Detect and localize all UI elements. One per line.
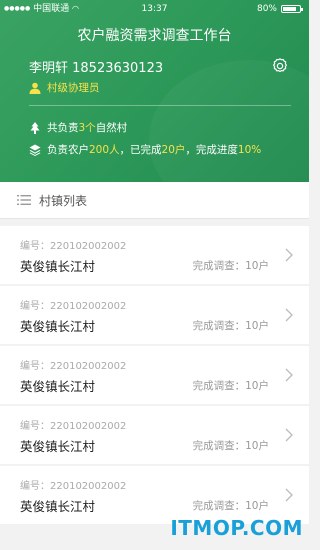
chevron-right-icon — [285, 368, 293, 382]
survey-status: 完成调查：10户 — [192, 260, 269, 272]
village-name: 英俊镇长江村 — [20, 259, 96, 274]
layers-icon — [29, 144, 41, 156]
header-divider — [29, 105, 291, 106]
villages-count: 3个 — [78, 122, 96, 134]
village-card[interactable]: 编号：220102002002 英俊镇长江村 完成调查：10户 — [0, 346, 309, 404]
village-code: 编号：220102002002 — [20, 421, 127, 432]
role-badge: 村级协理员 — [29, 80, 100, 95]
survey-status: 完成调查：10户 — [192, 320, 269, 332]
tree-icon — [30, 121, 40, 134]
list-icon — [17, 195, 31, 205]
stat2-mid2: ，完成进度 — [185, 144, 238, 156]
village-code: 编号：220102002002 — [20, 361, 127, 372]
stat2-mid: ，已完成 — [119, 144, 162, 156]
village-code: 编号：220102002002 — [20, 241, 127, 252]
user-name: 李明轩 18523630123 — [29, 61, 164, 76]
stat1-suffix: 自然村 — [95, 122, 128, 134]
village-name: 英俊镇长江村 — [20, 319, 96, 334]
gear-icon[interactable] — [271, 57, 289, 75]
stat1-prefix: 共负责 — [47, 122, 79, 134]
list-header: 村镇列表 — [0, 182, 309, 219]
header-panel: ●●●●● 中国联通 ◠ 13:37 80% 农户融资需求调查工作台 李明轩 1… — [0, 0, 309, 182]
village-name: 英俊镇长江村 — [20, 379, 96, 394]
village-card[interactable]: 编号：220102002002 英俊镇长江村 完成调查：10户 — [0, 406, 309, 464]
survey-status: 完成调查：10户 — [192, 380, 269, 392]
chevron-right-icon — [285, 428, 293, 442]
progress-value: 10% — [237, 144, 262, 156]
survey-status: 完成调查：10户 — [192, 440, 269, 452]
chevron-right-icon — [285, 308, 293, 322]
status-bar: ●●●●● 中国联通 ◠ 13:37 80% — [0, 0, 309, 18]
village-name: 英俊镇长江村 — [20, 499, 96, 514]
chevron-right-icon — [285, 488, 293, 502]
role-label: 村级协理员 — [47, 82, 100, 94]
completed-count: 20户 — [161, 144, 186, 156]
village-code: 编号：220102002002 — [20, 301, 127, 312]
battery-indicator: 80% — [256, 0, 303, 18]
survey-status: 完成调查：10户 — [192, 500, 269, 512]
page-title: 农户融资需求调查工作台 — [77, 28, 232, 44]
village-card[interactable]: 编号：220102002002 英俊镇长江村 完成调查：10户 — [0, 286, 309, 344]
village-name: 英俊镇长江村 — [20, 439, 96, 454]
stat2-prefix: 负责农户 — [47, 144, 89, 156]
user-icon — [29, 82, 41, 94]
chevron-right-icon — [285, 248, 293, 262]
watermark-logo: ITMOP.COM — [170, 516, 303, 540]
village-list: 编号：220102002002 英俊镇长江村 完成调查：10户 编号：22010… — [0, 226, 309, 526]
households-count: 200人 — [89, 144, 120, 156]
village-card[interactable]: 编号：220102002002 英俊镇长江村 完成调查：10户 — [0, 226, 309, 284]
battery-percent: 80% — [256, 4, 277, 14]
battery-fill — [283, 7, 296, 11]
village-code: 编号：220102002002 — [20, 481, 127, 492]
villages-stat: 共负责3个自然村 — [29, 120, 127, 135]
list-title: 村镇列表 — [39, 193, 88, 208]
households-stat: 负责农户200人，已完成20户，完成进度10% — [29, 142, 261, 157]
battery-icon — [281, 5, 303, 13]
